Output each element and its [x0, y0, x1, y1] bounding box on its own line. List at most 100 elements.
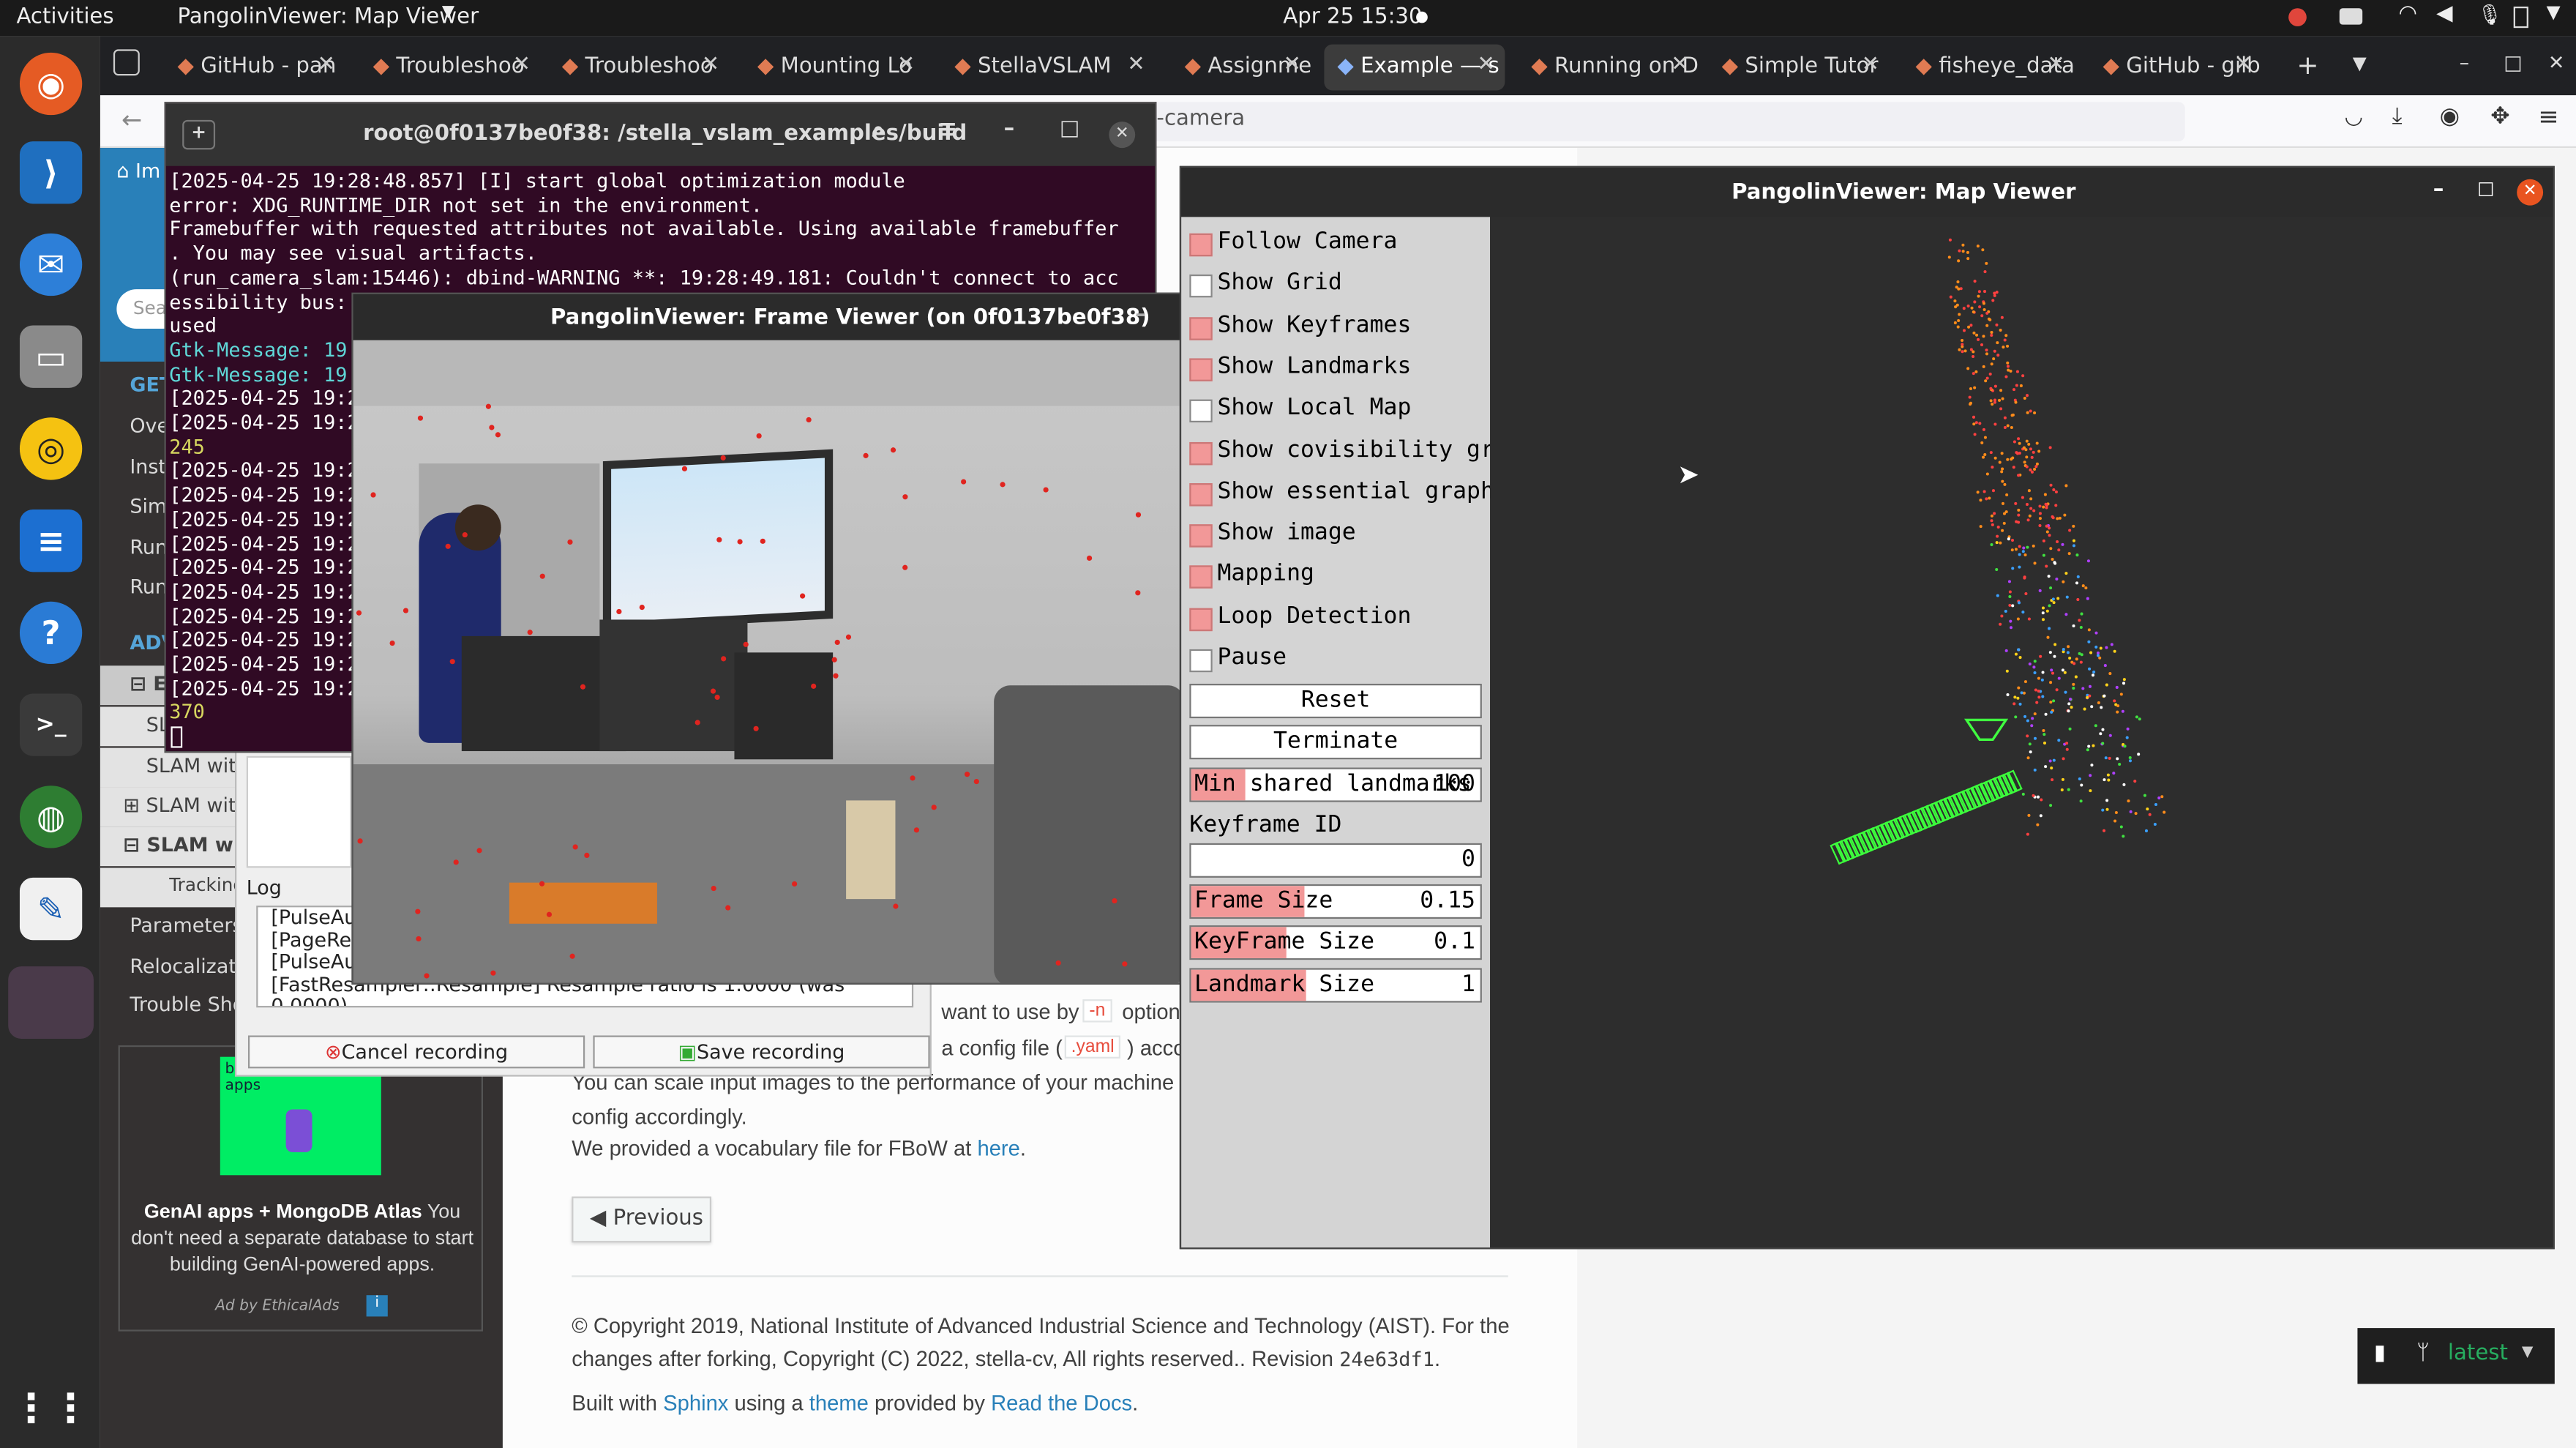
downloads-icon[interactable]: ⤓ [2392, 103, 2403, 130]
browser-tab[interactable]: ◆ Running on D ✕ [1518, 45, 1699, 91]
checkbox-mapping[interactable]: Mapping [1189, 561, 1518, 594]
terminal-icon[interactable]: >_ [19, 693, 83, 756]
slider-frame-size[interactable]: Frame Size 0.15 [1189, 884, 1482, 919]
close-tab-icon[interactable]: ✕ [702, 53, 719, 78]
checkbox-box[interactable] [1189, 316, 1213, 340]
close-tab-icon[interactable]: ✕ [1127, 53, 1145, 78]
save-recording-button[interactable]: ▣Save recording [593, 1035, 930, 1069]
checkbox-show-essential-graph[interactable]: Show essential graph [1189, 478, 1518, 511]
account-icon[interactable]: ◉ [2440, 103, 2460, 130]
checkbox-box[interactable] [1189, 482, 1213, 507]
new-tab-icon[interactable]: + [2296, 49, 2318, 81]
checkbox-follow-camera[interactable]: Follow Camera [1189, 228, 1518, 261]
globe-icon[interactable]: ◍ [19, 785, 83, 848]
browser-tab[interactable]: ◆ GitHub - pan ✕ [164, 45, 345, 91]
close-tab-icon[interactable]: ✕ [2234, 53, 2252, 78]
sidebar-item-run-2[interactable]: Run [130, 575, 168, 598]
browser-tab[interactable]: ◆ Troubleshoo ✕ [360, 45, 541, 91]
sidebar-item-install[interactable]: Inst [130, 455, 166, 478]
terminate-button[interactable]: Terminate [1189, 725, 1482, 760]
app-menu[interactable]: PangolinViewer: Map Viewer [177, 5, 479, 30]
wifi-icon[interactable]: ◠ [2399, 1, 2417, 26]
new-tab-icon[interactable]: + [182, 119, 216, 150]
minimize-icon[interactable]: – [1135, 302, 1146, 327]
rtd-link[interactable]: Read the Docs [991, 1390, 1132, 1415]
ad-info-icon[interactable]: i [366, 1295, 388, 1317]
sidebar-item-overview[interactable]: Ove [130, 414, 169, 437]
map-3d-canvas[interactable]: ➤ [1490, 217, 2553, 1248]
extensions-icon[interactable]: ✥ [2490, 103, 2509, 130]
checkbox-box[interactable] [1189, 275, 1213, 299]
maximize-icon[interactable]: □ [1060, 116, 1080, 141]
show-apps-icon[interactable]: ⋮⋮ [12, 1377, 91, 1439]
rhythmbox-icon[interactable]: ◎ [19, 417, 83, 480]
sphinx-link[interactable]: Sphinx [663, 1390, 728, 1415]
files-icon[interactable]: ▭ [19, 325, 83, 388]
battery-icon[interactable] [2513, 6, 2528, 29]
vscode-icon[interactable]: ⟩ [19, 141, 83, 204]
close-tab-icon[interactable]: ✕ [1862, 53, 1879, 78]
checkbox-show-grid[interactable]: Show Grid [1189, 270, 1518, 303]
chevron-down-icon[interactable]: ▼ [442, 3, 454, 21]
checkbox-box[interactable] [1189, 233, 1213, 257]
power-menu-icon[interactable]: ▼ [2547, 1, 2561, 23]
rtd-version-badge[interactable]: ▮ ᛘ latest ▼ [2357, 1328, 2555, 1384]
close-icon[interactable]: ✕ [2548, 51, 2565, 74]
slider-landmark-size[interactable]: Landmark Size 1 [1189, 967, 1482, 1002]
activities-button[interactable]: Activities [16, 5, 113, 30]
checkbox-box[interactable] [1189, 441, 1213, 465]
sidebar-item-run-1[interactable]: Run [130, 536, 168, 559]
theme-link[interactable]: theme [809, 1390, 869, 1415]
cancel-recording-button[interactable]: ⊗Cancel recording [247, 1035, 585, 1069]
browser-tab[interactable]: ◆ StellaVSLAM ✕ [941, 45, 1155, 91]
minimize-icon[interactable]: – [1004, 116, 1015, 141]
checkbox-box[interactable] [1189, 566, 1213, 589]
checkbox-show-covisibility-graph[interactable]: Show covisibility graph [1189, 436, 1536, 469]
running-app-highlight[interactable] [8, 966, 94, 1039]
close-tab-icon[interactable]: ✕ [2047, 53, 2064, 78]
checkbox-pause[interactable]: Pause [1189, 644, 1518, 677]
slider-keyframe-size[interactable]: KeyFrame Size 0.1 [1189, 925, 1482, 960]
maximize-icon[interactable]: □ [2477, 177, 2494, 198]
checkbox-box[interactable] [1189, 649, 1213, 673]
close-tab-icon[interactable]: ✕ [1671, 53, 1688, 78]
recording-indicator-icon[interactable] [2288, 8, 2307, 26]
checkbox-loop-detection[interactable]: Loop Detection [1189, 602, 1518, 635]
browser-tab[interactable]: ◆ Assignment 3 –✕ [1172, 45, 1311, 91]
sidebar-item-parameters[interactable]: Parameters [130, 914, 242, 936]
checkbox-show-image[interactable]: Show image [1189, 520, 1518, 553]
ad-footer[interactable]: Ad by EthicalAds [215, 1299, 340, 1315]
close-icon[interactable]: ✕ [1109, 122, 1136, 149]
previous-button[interactable]: ◀ Previous [572, 1196, 712, 1243]
hamburger-menu-icon[interactable]: ≡ [938, 116, 957, 143]
close-tab-icon[interactable]: ✕ [317, 53, 334, 78]
min-shared-landmarks-slider[interactable]: Min shared landmarks 100 [1189, 767, 1482, 802]
search-icon[interactable]: ⌕ [872, 119, 884, 143]
checkbox-show-landmarks[interactable]: Show Landmarks [1189, 353, 1518, 386]
minimize-icon[interactable]: – [2460, 51, 2469, 74]
checkbox-show-keyframes[interactable]: Show Keyframes [1189, 312, 1518, 345]
pocket-icon[interactable]: ◡ [2344, 105, 2362, 130]
keyframe-id-input[interactable]: 0 [1189, 843, 1482, 878]
firefox-icon[interactable]: ◉ [19, 52, 83, 116]
vocab-link[interactable]: here [977, 1135, 1019, 1160]
tab-overflow-icon[interactable]: ▼ [2353, 53, 2367, 74]
writer-icon[interactable]: ≡ [19, 510, 83, 572]
browser-tab[interactable]: ◆ Troubleshoo ✕ [549, 45, 730, 91]
home-icon[interactable]: ⌂ Im [116, 160, 160, 182]
volume-icon[interactable]: ◀ [2436, 1, 2452, 26]
thunderbird-icon[interactable]: ✉ [19, 233, 83, 296]
close-tab-icon[interactable]: ✕ [1283, 53, 1300, 78]
help-icon[interactable]: ? [19, 601, 83, 665]
maximize-icon[interactable]: □ [2504, 51, 2522, 74]
text-editor-icon[interactable]: ✎ [19, 877, 83, 941]
browser-tab[interactable]: ◆ Example — s ✕ [1324, 44, 1505, 91]
browser-tab[interactable]: ◆ GitHub - gilb ✕ [2090, 45, 2263, 91]
checkbox-box[interactable] [1189, 358, 1213, 381]
checkbox-box[interactable] [1189, 524, 1213, 548]
browser-tab[interactable]: ◆ fisheye_data ✕ [1903, 45, 2075, 91]
reset-button[interactable]: Reset [1189, 684, 1482, 719]
keyboard-icon[interactable] [2339, 8, 2363, 25]
checkbox-show-local-map[interactable]: Show Local Map [1189, 395, 1518, 428]
close-tab-icon[interactable]: ✕ [897, 53, 915, 78]
